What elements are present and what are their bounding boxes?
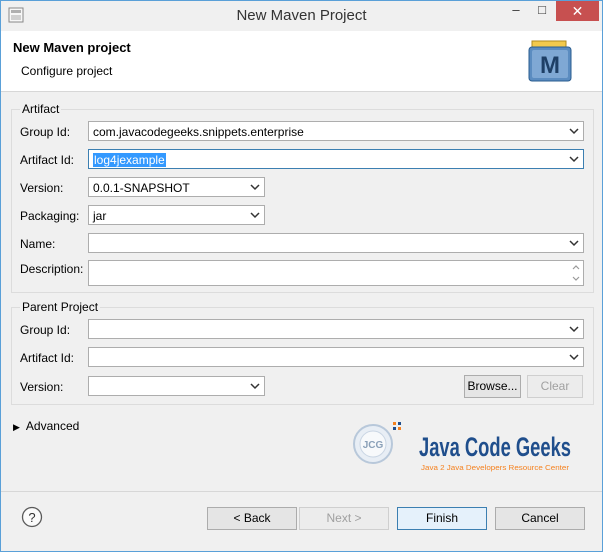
advanced-label: Advanced [25, 419, 80, 433]
group-id-combo[interactable]: com.javacodegeeks.snippets.enterprise [88, 121, 584, 141]
chevron-down-icon[interactable] [249, 378, 261, 394]
packaging-label: Packaging: [20, 209, 80, 223]
chevron-down-icon[interactable] [568, 349, 580, 365]
browse-button[interactable]: Browse... [464, 375, 521, 398]
parent-version-label: Version: [20, 380, 64, 394]
maven-icon: M [528, 40, 572, 82]
version-combo[interactable]: 0.0.1-SNAPSHOT [88, 177, 265, 197]
next-button[interactable]: Next > [299, 507, 389, 530]
parent-project-group-title: Parent Project [20, 300, 101, 314]
maximize-button[interactable]: □ [529, 1, 555, 21]
wizard-subtitle: Configure project [21, 64, 113, 78]
name-label: Name: [20, 237, 56, 251]
jcg-brand-text: Java Code Geeks [419, 432, 571, 462]
group-id-value: com.javacodegeeks.snippets.enterprise [93, 125, 304, 139]
artifact-group-title: Artifact [20, 102, 62, 116]
chevron-down-icon[interactable] [249, 207, 261, 223]
artifact-id-value[interactable]: log4jexample [93, 153, 166, 167]
title-bar: New Maven Project – □ ✕ [1, 1, 602, 31]
expand-triangle-icon: ▶ [13, 422, 20, 432]
packaging-value: jar [93, 209, 107, 223]
java-code-geeks-logo: JCG Java Code Geeks Java 2 Java Develope… [353, 422, 571, 472]
parent-artifact-id-label: Artifact Id: [20, 351, 75, 365]
artifact-id-label: Artifact Id: [20, 153, 75, 167]
maven-icon-letter: M [540, 52, 560, 79]
chevron-down-icon[interactable] [568, 321, 580, 337]
group-id-label: Group Id: [20, 125, 71, 139]
chevron-down-icon[interactable] [249, 179, 261, 195]
wizard-title: New Maven project [13, 40, 131, 55]
parent-artifact-id-combo[interactable] [88, 347, 584, 367]
finish-button[interactable]: Finish [397, 507, 487, 530]
artifact-id-value-wrap: log4jexample [93, 153, 166, 167]
packaging-combo[interactable]: jar [88, 205, 265, 225]
parent-group-id-combo[interactable] [88, 319, 584, 339]
description-textarea[interactable] [88, 260, 584, 286]
close-button[interactable]: ✕ [556, 1, 599, 21]
scroll-up-icon [572, 265, 580, 270]
new-maven-project-window: New Maven Project – □ ✕ New Maven projec… [0, 0, 603, 552]
description-label: Description: [20, 262, 84, 276]
version-label: Version: [20, 181, 64, 195]
parent-group-id-label: Group Id: [20, 323, 71, 337]
jcg-badge-text: JCG [363, 440, 384, 451]
wizard-header: New Maven project Configure project M [1, 31, 602, 92]
advanced-toggle[interactable]: ▶ Advanced [13, 419, 79, 433]
help-glyph: ? [28, 510, 35, 525]
footer-separator [1, 491, 602, 492]
jcg-tagline-text: Java 2 Java Developers Resource Center [421, 465, 570, 472]
name-combo[interactable] [88, 233, 584, 253]
scrollbar[interactable] [569, 261, 583, 285]
chevron-down-icon[interactable] [568, 151, 580, 167]
scroll-down-icon [572, 276, 580, 281]
parent-version-combo[interactable] [88, 376, 265, 396]
help-icon[interactable]: ? [21, 506, 43, 528]
clear-button[interactable]: Clear [527, 375, 583, 398]
artifact-id-combo[interactable]: log4jexample [88, 149, 584, 169]
cancel-button[interactable]: Cancel [495, 507, 585, 530]
chevron-down-icon[interactable] [568, 123, 580, 139]
chevron-down-icon[interactable] [568, 235, 580, 251]
minimize-button[interactable]: – [503, 1, 529, 21]
back-button[interactable]: < Back [207, 507, 297, 530]
version-value: 0.0.1-SNAPSHOT [93, 181, 190, 195]
